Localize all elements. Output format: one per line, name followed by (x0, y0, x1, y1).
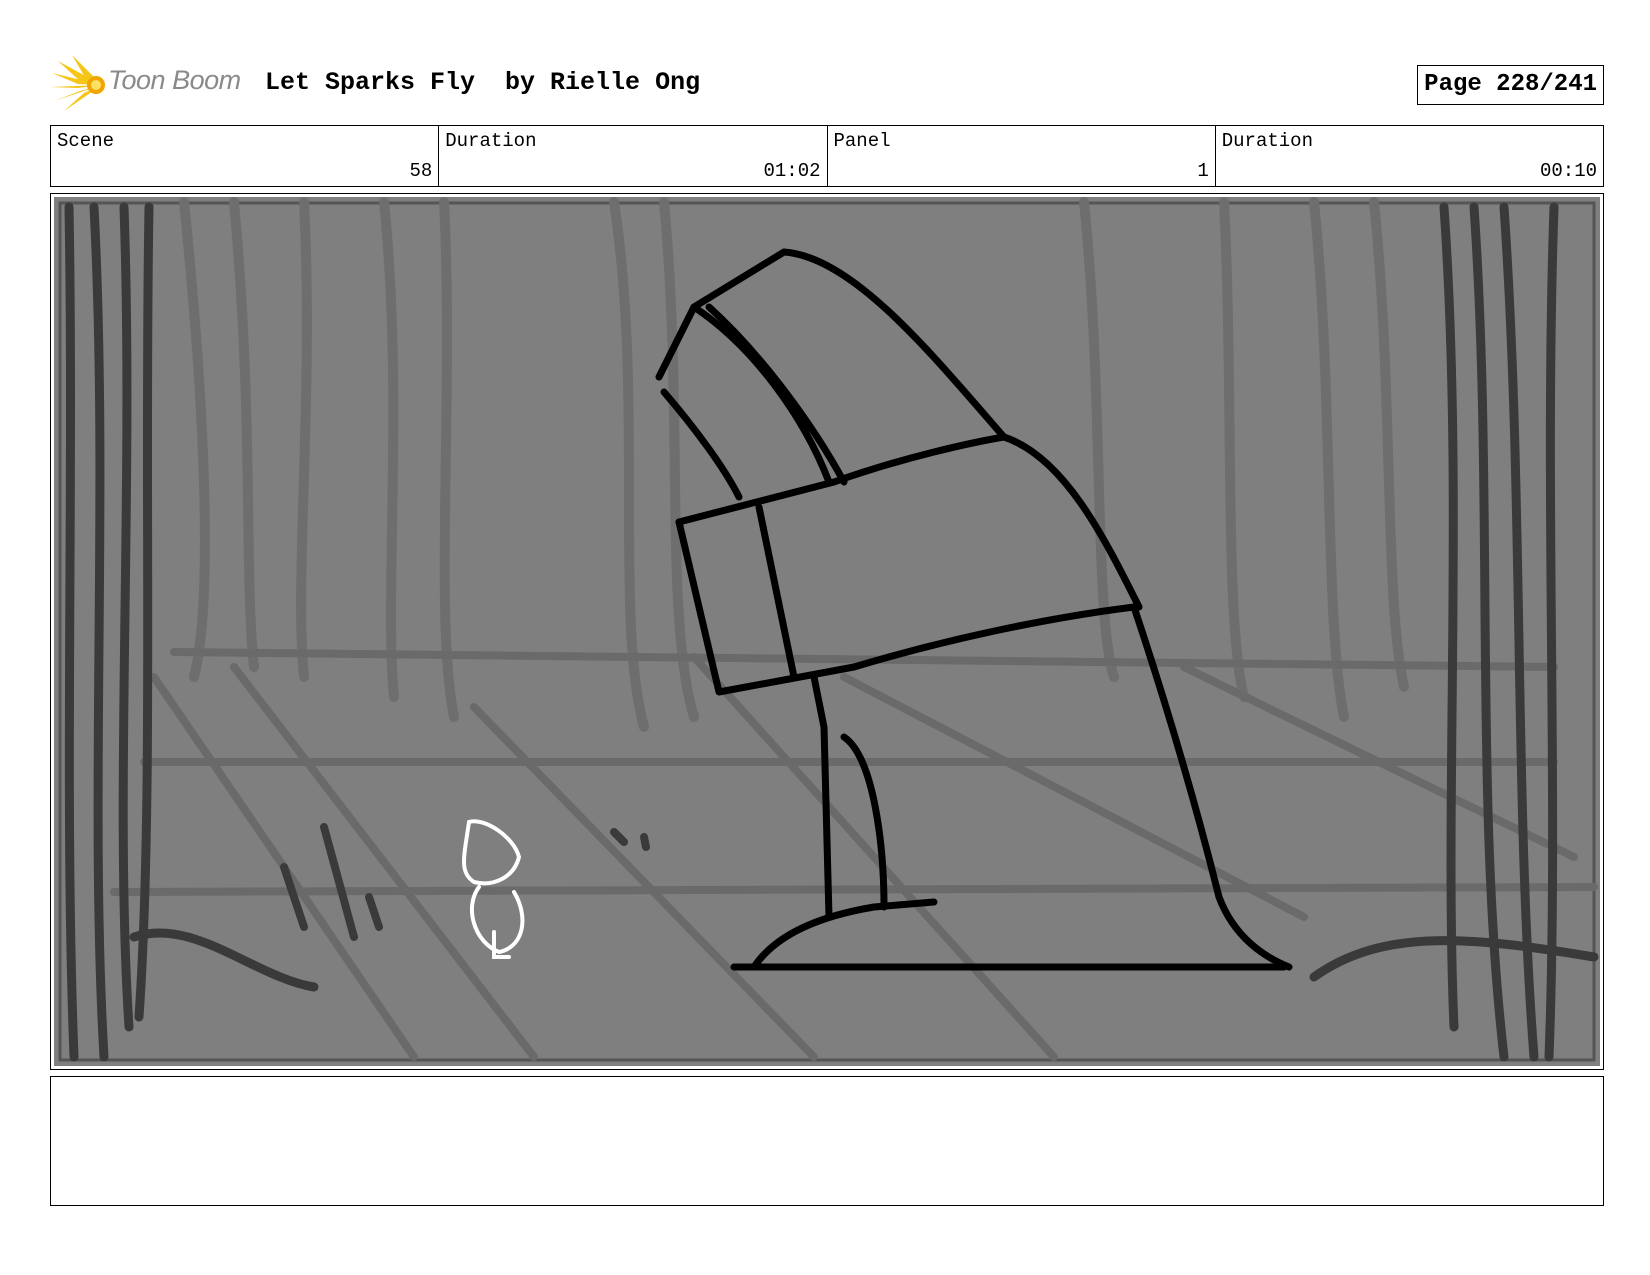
panel-duration-cell: Duration 00:10 (1216, 126, 1603, 186)
panel-duration-value: 00:10 (1539, 160, 1597, 182)
panel-label: Panel (833, 130, 891, 152)
storyboard-panel (50, 193, 1604, 1070)
scene-cell: Scene 58 (51, 126, 440, 186)
scene-label: Scene (57, 130, 115, 152)
panel-cell: Panel 1 (828, 126, 1216, 186)
logo-text: Toon Boom (108, 65, 241, 95)
scene-duration-label: Duration (445, 130, 537, 152)
spark-logo-icon (50, 55, 105, 111)
panel-value: 1 (1197, 160, 1209, 182)
panel-notes (50, 1076, 1604, 1206)
document-title: Let Sparks Fly by Rielle Ong (265, 68, 701, 97)
scene-info-table: Scene 58 Duration 01:02 Panel 1 Duration… (50, 125, 1604, 187)
header: Toon Boom Let Sparks Fly by Rielle Ong P… (50, 55, 1604, 115)
panel-sketch-image (54, 197, 1600, 1066)
scene-duration-cell: Duration 01:02 (439, 126, 828, 186)
scene-value: 58 (409, 160, 433, 182)
scene-duration-value: 01:02 (763, 160, 821, 182)
toon-boom-logo: Toon Boom (50, 55, 250, 111)
page-number: Page 228/241 (1417, 65, 1604, 105)
panel-duration-label: Duration (1221, 130, 1313, 152)
